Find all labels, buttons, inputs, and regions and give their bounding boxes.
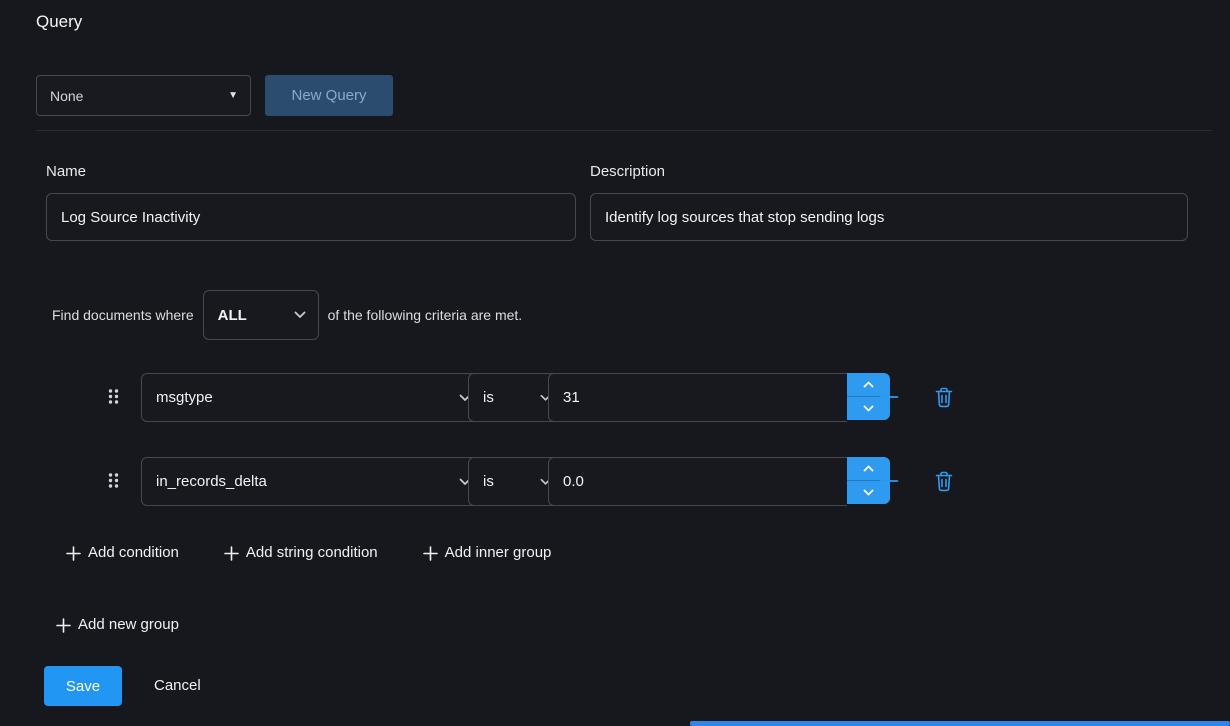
add-string-condition-link-label: Add string condition xyxy=(246,544,378,562)
add-inner-group-link[interactable]: Add inner group xyxy=(423,544,552,562)
saved-query-select-value: None xyxy=(50,88,83,104)
condition-operator-value: is xyxy=(483,389,494,406)
plus-icon xyxy=(224,546,239,561)
criteria-suffix-text: of the following criteria are met. xyxy=(328,307,523,323)
condition-field-value: msgtype xyxy=(156,389,213,406)
condition-value-input[interactable] xyxy=(548,457,847,506)
condition-field-value: in_records_delta xyxy=(156,473,267,490)
match-type-value: ALL xyxy=(218,307,247,324)
save-button[interactable]: Save xyxy=(44,666,122,706)
plus-icon xyxy=(56,618,71,633)
condition-field-select[interactable]: in_records_delta xyxy=(141,457,484,506)
condition-row: msgtype is xyxy=(0,373,1230,420)
chevron-down-icon xyxy=(294,311,306,319)
new-query-button[interactable]: New Query xyxy=(265,75,393,116)
page-title: Query xyxy=(36,12,82,32)
drag-handle-icon[interactable] xyxy=(107,472,120,489)
drag-handle-icon[interactable] xyxy=(107,388,120,405)
description-input[interactable] xyxy=(590,193,1188,241)
saved-query-select[interactable]: None ▼ xyxy=(36,75,251,116)
cancel-button[interactable]: Cancel xyxy=(154,676,201,696)
match-type-select[interactable]: ALL xyxy=(203,290,319,340)
add-condition-link[interactable]: Add condition xyxy=(66,544,179,562)
delete-condition-icon[interactable] xyxy=(934,386,956,408)
condition-field-select[interactable]: msgtype xyxy=(141,373,484,422)
add-links-row: Add condition Add string condition Add i… xyxy=(66,544,551,562)
criteria-prefix-text: Find documents where xyxy=(52,307,194,323)
add-new-group-link[interactable]: Add new group xyxy=(56,616,179,634)
add-new-group-row: Add new group xyxy=(56,616,179,634)
condition-row: in_records_delta is xyxy=(0,457,1230,504)
add-condition-link-label: Add condition xyxy=(88,544,179,562)
horizontal-scrollbar-thumb[interactable] xyxy=(690,721,1230,726)
name-input[interactable] xyxy=(46,193,576,241)
condition-operator-value: is xyxy=(483,473,494,490)
description-label: Description xyxy=(590,163,665,180)
condition-value-input[interactable] xyxy=(548,373,847,422)
criteria-sentence: Find documents where ALL of the followin… xyxy=(52,291,522,339)
condition-value-group xyxy=(548,457,890,504)
add-condition-icon[interactable] xyxy=(878,386,900,408)
add-condition-icon[interactable] xyxy=(878,470,900,492)
caret-down-icon: ▼ xyxy=(228,90,238,101)
add-string-condition-link[interactable]: Add string condition xyxy=(224,544,378,562)
condition-value-group xyxy=(548,373,890,420)
divider xyxy=(36,130,1212,131)
plus-icon xyxy=(423,546,438,561)
name-label: Name xyxy=(46,163,86,180)
delete-condition-icon[interactable] xyxy=(934,470,956,492)
add-new-group-link-label: Add new group xyxy=(78,616,179,634)
add-inner-group-link-label: Add inner group xyxy=(445,544,552,562)
plus-icon xyxy=(66,546,81,561)
